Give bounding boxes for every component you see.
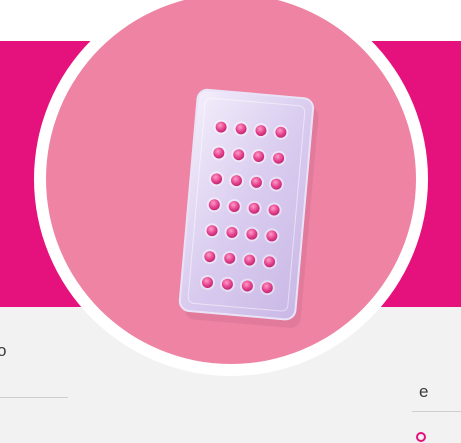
right-text-fragment: e <box>419 382 429 401</box>
left-divider <box>0 397 68 398</box>
radio-bullet-icon[interactable] <box>416 432 426 442</box>
pill-pack-icon <box>176 87 326 333</box>
page-stage: o e <box>0 0 461 443</box>
right-divider <box>412 411 461 412</box>
left-text-fragment: o <box>0 341 7 360</box>
